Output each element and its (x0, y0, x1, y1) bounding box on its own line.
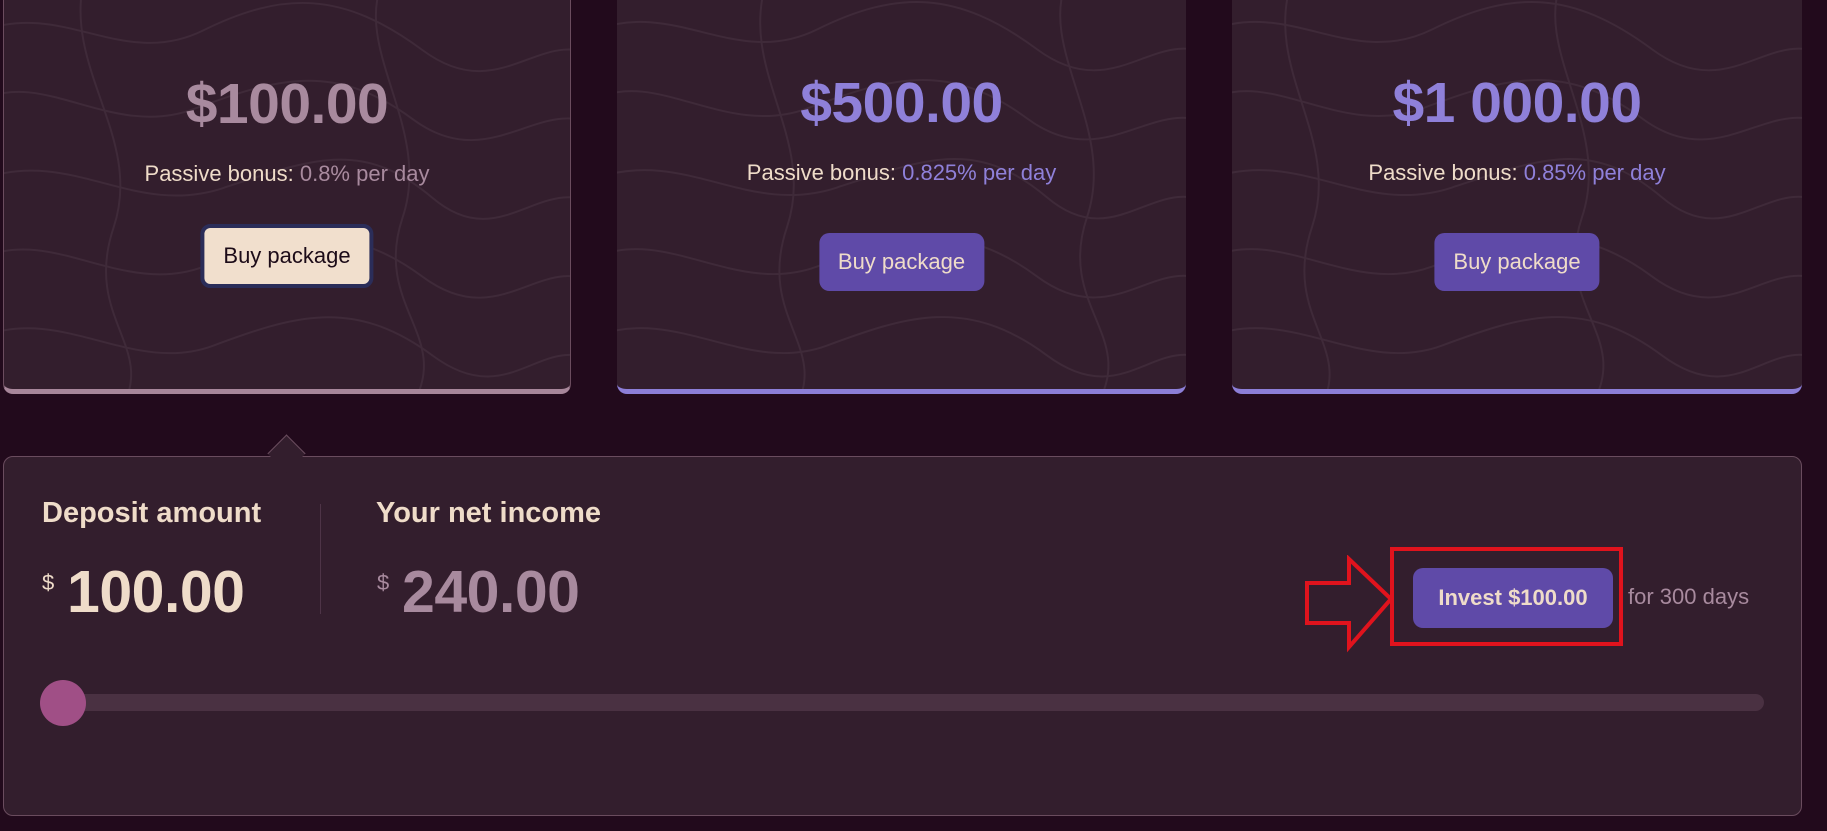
passive-bonus-value: 0.85% per day (1523, 160, 1666, 185)
divider (320, 504, 321, 614)
package-card-500: $500.00 Passive bonus: 0.825% per day Bu… (617, 0, 1186, 394)
topographic-pattern-icon (1232, 0, 1802, 389)
passive-bonus: Passive bonus: 0.825% per day (617, 160, 1186, 186)
passive-bonus-value: 0.825% per day (902, 160, 1057, 185)
passive-bonus-label: Passive bonus: (746, 160, 896, 185)
deposit-slider-thumb[interactable] (40, 680, 86, 726)
right-arrow-annotation-icon (1305, 555, 1394, 653)
net-income-value: 240.00 (402, 559, 580, 625)
passive-bonus: Passive bonus: 0.8% per day (4, 161, 570, 187)
package-price: $500.00 (800, 71, 1003, 135)
net-income-label: Your net income (376, 497, 602, 529)
deposit-slider-track[interactable] (42, 694, 1764, 711)
package-price: $1 000.00 (1392, 71, 1642, 135)
topographic-pattern-icon (4, 0, 570, 389)
buy-package-button[interactable]: Buy package (818, 233, 985, 291)
invest-button[interactable]: Invest $100.00 (1413, 568, 1613, 628)
passive-bonus-value: 0.8% per day (299, 161, 430, 186)
duration-text: for 300 days (1628, 584, 1750, 609)
income-currency: $ (377, 570, 390, 595)
buy-package-button[interactable]: Buy package (200, 224, 374, 288)
topographic-pattern-icon (617, 0, 1186, 389)
package-card-100: $100.00 Passive bonus: 0.8% per day Buy … (3, 0, 571, 394)
package-card-1000: $1 000.00 Passive bonus: 0.85% per day B… (1232, 0, 1802, 394)
passive-bonus-label: Passive bonus: (1368, 160, 1518, 185)
deposit-amount-label: Deposit amount (42, 497, 262, 529)
deposit-amount-value: 100.00 (67, 559, 245, 625)
deposit-currency: $ (42, 570, 55, 595)
buy-package-button[interactable]: Buy package (1434, 233, 1600, 291)
passive-bonus: Passive bonus: 0.85% per day (1232, 160, 1802, 186)
passive-bonus-label: Passive bonus: (144, 161, 294, 186)
package-price: $100.00 (185, 72, 389, 136)
